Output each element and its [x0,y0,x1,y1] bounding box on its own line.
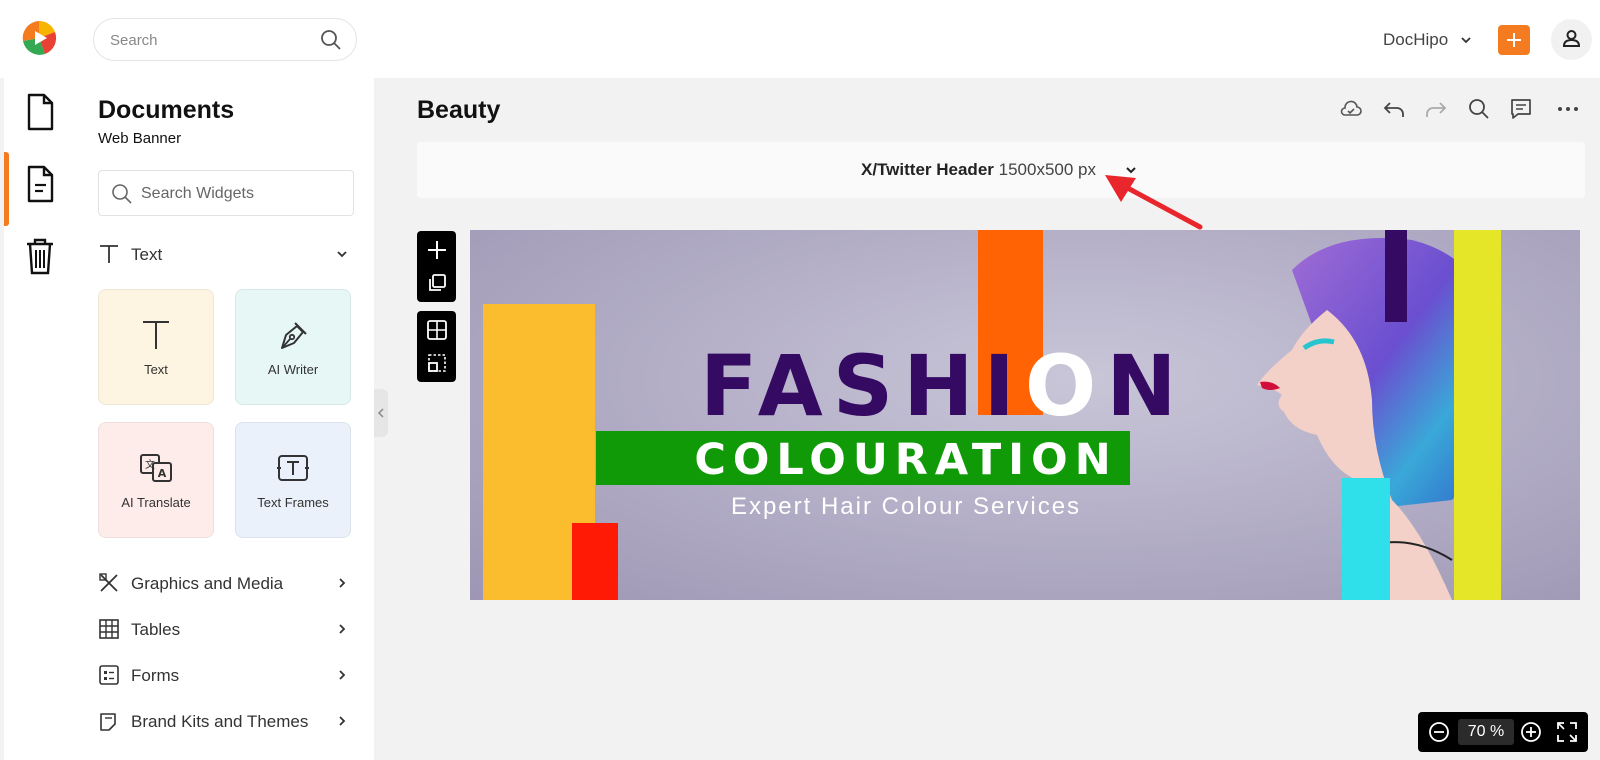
translate-icon: 文 A [140,454,172,482]
text-frame-icon [277,455,309,481]
chevron-right-icon [339,716,346,726]
red-block[interactable] [572,523,618,600]
account-switcher[interactable]: DocHipo [1383,30,1448,50]
card-label: Text [144,362,168,377]
active-document-icon[interactable] [24,164,56,204]
fullscreen-icon[interactable] [1556,721,1578,743]
lime-block[interactable] [1454,230,1501,600]
search-icon[interactable] [320,29,342,51]
panel-subtitle: Web Banner [98,130,182,147]
pen-nib-icon [281,322,307,349]
zoom-control: 70 % [1418,712,1588,752]
headline-text[interactable]: FASHION [700,337,1187,435]
collapse-panel-button[interactable] [374,389,388,437]
section-label: Graphics and Media [131,574,284,593]
brand-kit-icon [100,713,116,731]
dochipo-logo[interactable] [20,19,58,57]
card-label: Text Frames [257,495,329,510]
layout-toolbar [417,311,456,382]
chevron-right-icon [339,578,346,588]
graphics-and-media-section[interactable]: Graphics and Media [98,570,354,598]
comment-icon[interactable] [1509,97,1533,121]
text-icon [143,321,169,349]
search-placeholder: Search [110,32,158,49]
cyan-block[interactable] [1342,478,1390,600]
zoom-unit: % [1490,723,1505,740]
tagline-text[interactable]: Expert Hair Colour Services [596,493,1216,521]
tables-section[interactable]: Tables [98,616,354,644]
zoom-in-icon[interactable] [1520,721,1542,743]
section-label: Tables [131,620,181,639]
user-menu-button[interactable] [1551,19,1592,60]
trash-icon[interactable] [24,236,56,276]
widget-search-input[interactable]: Search Widgets [98,170,354,216]
document-title[interactable]: Beauty [417,96,500,125]
document-icon[interactable] [24,92,56,132]
size-dimensions: 1500x500 px [998,160,1096,179]
headline-part: N [1106,337,1187,435]
active-indicator [4,152,9,226]
table-icon [99,619,119,639]
search-icon[interactable] [1467,97,1491,121]
chevron-right-icon [339,670,346,680]
widget-panel: Documents Web Banner Search Widgets Text… [78,78,374,760]
brand-kits-section[interactable]: Brand Kits and Themes [98,708,354,736]
section-label: Brand Kits and Themes [131,712,309,731]
text-frames-card[interactable]: Text Frames [235,422,351,538]
size-name: X/Twitter Header [861,160,994,179]
graphics-tools-icon [99,573,118,592]
svg-text:A: A [158,467,167,480]
more-options-icon[interactable] [1556,97,1580,121]
text-section-label: Text [131,245,163,264]
section-label: Forms [131,666,180,685]
duplicate-icon[interactable] [426,272,448,294]
form-icon [99,665,119,685]
select-area-icon[interactable] [426,352,448,374]
card-label: AI Translate [121,495,191,510]
banner-canvas[interactable]: FASHION COLOURATION Expert Hair Colour S… [470,230,1580,600]
chevron-left-icon [377,408,384,418]
panel-title: Documents [98,96,235,124]
add-icon[interactable] [426,239,448,261]
redo-icon[interactable] [1424,97,1448,121]
chevron-down-icon[interactable] [1460,34,1472,46]
card-label: AI Writer [267,362,319,377]
size-selector[interactable]: X/Twitter Header 1500x500 px [417,142,1585,198]
headline-o: O [1024,337,1107,435]
left-rail [4,78,78,760]
plus-icon [1507,33,1521,47]
purple-block[interactable] [1385,230,1407,322]
forms-section[interactable]: Forms [98,662,354,690]
size-label: X/Twitter Header 1500x500 px [861,160,1096,180]
search-icon [112,184,132,204]
text-section-toggle[interactable]: Text [98,241,354,269]
widget-search-placeholder: Search Widgets [141,185,254,202]
ai-writer-card[interactable]: AI Writer [235,289,351,405]
subheadline-text[interactable]: COLOURATION [596,435,1216,485]
headline-part: FASHI [700,337,1025,435]
user-icon [1562,30,1581,47]
text-icon [100,245,118,263]
undo-icon[interactable] [1382,97,1406,121]
zoom-out-icon[interactable] [1428,721,1450,743]
grid-icon[interactable] [426,319,448,341]
top-bar: Search DocHipo [0,0,1600,78]
add-element-toolbar [417,231,456,302]
create-new-button[interactable] [1498,25,1530,55]
cloud-saved-icon[interactable] [1339,97,1363,121]
global-search-input[interactable]: Search [93,18,357,61]
zoom-value: 70 [1467,723,1486,740]
text-widget-card[interactable]: Text [98,289,214,405]
svg-text:文: 文 [145,458,155,471]
chevron-down-icon [337,251,347,258]
zoom-level[interactable]: 70 % [1458,719,1514,745]
chevron-right-icon [339,624,346,634]
ai-translate-card[interactable]: 文 A AI Translate [98,422,214,538]
